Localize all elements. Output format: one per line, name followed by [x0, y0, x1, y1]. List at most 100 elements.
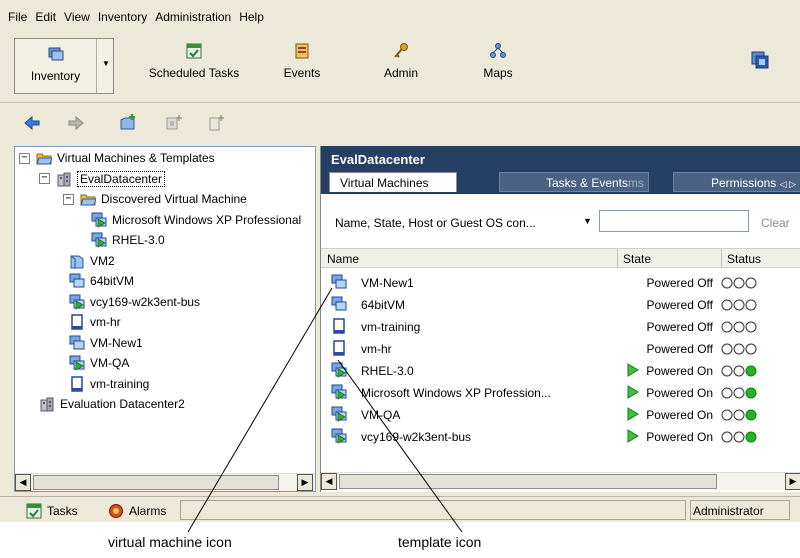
vm-icon [69, 335, 85, 349]
forward-arrow-icon[interactable] [66, 113, 86, 133]
inventory-tree-panel: − Virtual Machines & Templates − EvalDatace… [14, 146, 316, 492]
table-row[interactable]: VM-QA Powered On [321, 404, 800, 426]
status-lights-icon [721, 343, 757, 355]
filter-dropdown-icon[interactable]: ▼ [583, 216, 592, 226]
menu-edit[interactable]: Edit [35, 10, 56, 34]
scroll-right-icon[interactable]: ▶ [785, 473, 800, 490]
table-row[interactable]: Microsoft Windows XP Profession... Powere… [321, 382, 800, 404]
inventory-button-group: Inventory ▼ [14, 38, 114, 94]
filter-input[interactable] [599, 210, 749, 232]
inventory-button[interactable]: Inventory [15, 39, 97, 93]
tab-scroll-arrows-icon[interactable]: ◁ ▷ [780, 179, 796, 189]
tree-item-label: Discovered Virtual Machine [101, 192, 247, 206]
menu-inventory[interactable]: Inventory [98, 10, 147, 34]
vm-state: Powered Off [646, 276, 713, 290]
collapse-toggle-icon[interactable]: − [63, 193, 74, 205]
new-template-icon[interactable] [206, 113, 226, 133]
admin-button[interactable]: Admin [376, 40, 426, 94]
tree-item[interactable]: − Virtual Machines & Templates [19, 149, 215, 167]
table-row[interactable]: vm-hr Powered Off [321, 338, 800, 360]
scroll-thumb[interactable] [339, 474, 717, 489]
tab-virtual-machines-label: Virtual Machines [340, 176, 429, 190]
column-name[interactable]: Name [327, 252, 359, 266]
tree-item[interactable]: vm-training [69, 375, 149, 393]
new-folder-icon[interactable] [118, 113, 138, 133]
tree-item[interactable]: vcy169-w2k3ent-bus [69, 293, 200, 311]
clear-button[interactable]: Clear [761, 216, 790, 230]
tree-horizontal-scrollbar[interactable]: ◀ ▶ [15, 473, 315, 491]
tree-item[interactable]: Evaluation Datacenter2 [39, 395, 185, 413]
vmware-logo-icon [751, 51, 769, 69]
detail-header: EvalDatacenter Virtual Machines Tasks & … [321, 146, 800, 194]
scroll-thumb[interactable] [33, 475, 279, 490]
scheduled-tasks-button[interactable]: Scheduled Tasks [138, 40, 250, 94]
tree-item[interactable]: − Discovered Virtual Machine [63, 190, 247, 208]
tree-item-label: vm-hr [90, 315, 121, 329]
tree-item-label: VM-New1 [90, 335, 143, 350]
detail-title: EvalDatacenter [331, 152, 425, 167]
vm-state: Powered Off [646, 342, 713, 356]
table-horizontal-scrollbar[interactable]: ◀ ▶ [321, 472, 800, 490]
tree-item[interactable]: Microsoft Windows XP Professional [91, 211, 301, 229]
status-message-field [180, 500, 686, 520]
datacenter-detail-panel: EvalDatacenter Virtual Machines Tasks & … [320, 146, 800, 492]
tasks-icon [26, 503, 42, 519]
template-icon [71, 375, 83, 392]
column-state[interactable]: State [623, 252, 651, 266]
alarms-button[interactable]: Alarms [108, 503, 166, 519]
inventory-icon [48, 47, 63, 61]
scroll-left-icon[interactable]: ◀ [15, 474, 31, 491]
maps-icon [490, 43, 506, 58]
tree-item[interactable]: RHEL-3.0 [91, 231, 165, 249]
app-window: File Edit View Inventory Administration … [0, 0, 800, 522]
menu-bar: File Edit View Inventory Administration … [0, 0, 800, 34]
datacenter-icon [57, 172, 71, 186]
inventory-dropdown-icon[interactable]: ▼ [98, 39, 114, 93]
events-button[interactable]: Events [274, 40, 330, 94]
menu-view[interactable]: View [64, 10, 90, 34]
alarms-label: Alarms [129, 504, 167, 518]
tree-item-label: VM-QA [90, 356, 130, 370]
tree-item[interactable]: VM2 [69, 252, 115, 270]
vm-on-icon [91, 232, 107, 248]
column-divider[interactable] [721, 249, 722, 267]
tree-item-label: Virtual Machines & Templates [57, 151, 215, 165]
collapse-toggle-icon[interactable]: − [19, 152, 30, 164]
tree-item-label: RHEL-3.0 [112, 233, 165, 247]
tab-permissions-label: Permissions [710, 176, 777, 190]
datacenter-icon [40, 397, 54, 412]
tree-item[interactable]: VM-New1 [69, 334, 143, 352]
table-row[interactable]: 64bitVM Powered Off [321, 294, 800, 316]
table-row[interactable]: vcy169-w2k3ent-bus Powered On [321, 426, 800, 448]
tasks-button[interactable]: Tasks [26, 503, 78, 519]
tab-alarms-fragment: ms [628, 176, 644, 190]
scroll-left-icon[interactable]: ◀ [321, 473, 337, 490]
column-divider[interactable] [617, 249, 618, 267]
table-row[interactable]: vm-training Powered Off [321, 316, 800, 338]
maps-button[interactable]: Maps [476, 40, 520, 94]
folder-open-icon [80, 194, 96, 206]
new-vm-icon[interactable] [164, 113, 184, 133]
status-lights-icon [721, 299, 757, 311]
menu-file[interactable]: File [8, 10, 27, 34]
menu-administration[interactable]: Administration [155, 10, 231, 34]
table-row[interactable]: VM-New1 Powered Off [321, 272, 800, 294]
column-status[interactable]: Status [727, 252, 761, 266]
table-row[interactable]: RHEL-3.0 Powered On [321, 360, 800, 382]
admin-key-icon [394, 43, 408, 58]
tree-item[interactable]: VM-QA [69, 354, 129, 372]
vm-state: Powered Off [646, 298, 713, 312]
collapse-toggle-icon[interactable]: − [39, 173, 50, 184]
tab-permissions[interactable]: Permissions ◁ ▷ [673, 172, 800, 192]
table-header: Name State Status [321, 248, 800, 268]
vm-icon [69, 273, 85, 288]
tree-item[interactable]: − EvalDatacenter [39, 170, 166, 188]
menu-help[interactable]: Help [239, 10, 264, 34]
tree-item[interactable]: vm-hr [69, 313, 121, 331]
tab-virtual-machines[interactable]: Virtual Machines [329, 172, 457, 192]
status-lights-icon [721, 277, 757, 289]
scroll-right-icon[interactable]: ▶ [297, 474, 313, 491]
tree-item[interactable]: 64bitVM [69, 272, 134, 290]
tab-tasks-events[interactable]: Tasks & Eventsms [499, 172, 649, 192]
back-arrow-icon[interactable] [22, 113, 42, 133]
